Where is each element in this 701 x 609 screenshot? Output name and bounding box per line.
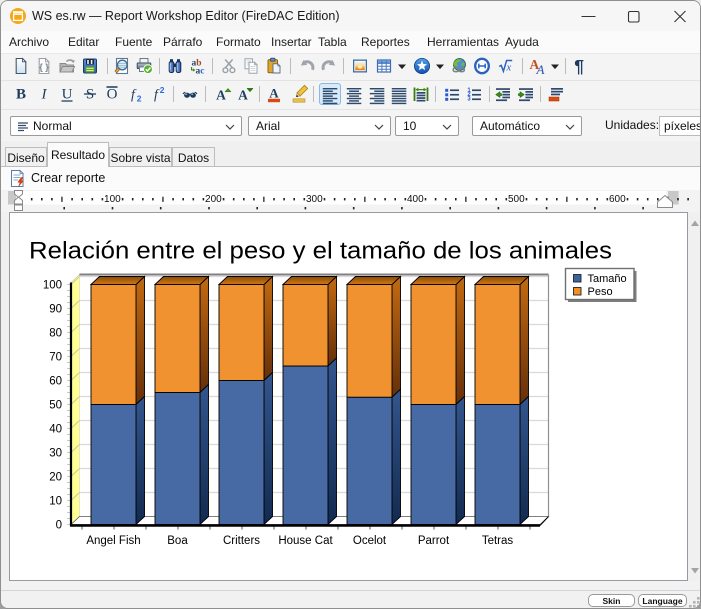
svg-text:2: 2	[136, 94, 141, 104]
svg-text:100: 100	[104, 194, 121, 205]
svg-text:¶: ¶	[574, 56, 584, 76]
svg-text:x: x	[506, 63, 512, 74]
svg-text:300: 300	[306, 194, 323, 205]
svg-text:B: B	[16, 87, 26, 103]
svg-text:30: 30	[49, 447, 62, 459]
svg-text:90: 90	[49, 303, 62, 315]
svg-text:Critters: Critters	[223, 535, 260, 547]
svg-text:200: 200	[205, 194, 222, 205]
svg-text:U: U	[62, 87, 73, 103]
svg-text:ac: ac	[195, 67, 204, 77]
svg-text:Parrot: Parrot	[418, 535, 450, 547]
svg-text:3: 3	[467, 97, 471, 103]
svg-text:10: 10	[49, 495, 62, 507]
svg-text:20: 20	[49, 471, 62, 483]
svg-text:A: A	[216, 88, 226, 103]
svg-text:600: 600	[609, 194, 626, 205]
svg-text:2: 2	[160, 85, 165, 95]
svg-text:50: 50	[49, 399, 62, 411]
svg-text:Boa: Boa	[167, 535, 188, 547]
svg-text:0: 0	[56, 519, 62, 531]
svg-text:Ocelot: Ocelot	[353, 535, 387, 547]
svg-text:{ }: { }	[39, 62, 49, 72]
svg-text:Tamaño: Tamaño	[588, 273, 627, 285]
svg-text:A: A	[535, 62, 544, 77]
svg-text:Tetras: Tetras	[482, 535, 514, 547]
svg-text:70: 70	[49, 351, 62, 363]
svg-text:40: 40	[49, 423, 62, 435]
svg-text:I: I	[40, 87, 47, 103]
svg-text:O: O	[106, 87, 117, 103]
svg-text:400: 400	[407, 194, 424, 205]
svg-text:Relación entre el peso y el ta: Relación entre el peso y el tamaño de lo…	[29, 238, 612, 265]
svg-text:500: 500	[508, 194, 525, 205]
svg-text:A: A	[269, 86, 279, 101]
svg-text:House Cat: House Cat	[278, 535, 333, 547]
svg-text:80: 80	[49, 327, 62, 339]
svg-text:Peso: Peso	[588, 286, 613, 298]
svg-text:Angel Fish: Angel Fish	[86, 535, 140, 547]
svg-text:100: 100	[43, 279, 62, 291]
svg-text:A: A	[238, 88, 248, 103]
svg-text:60: 60	[49, 375, 62, 387]
